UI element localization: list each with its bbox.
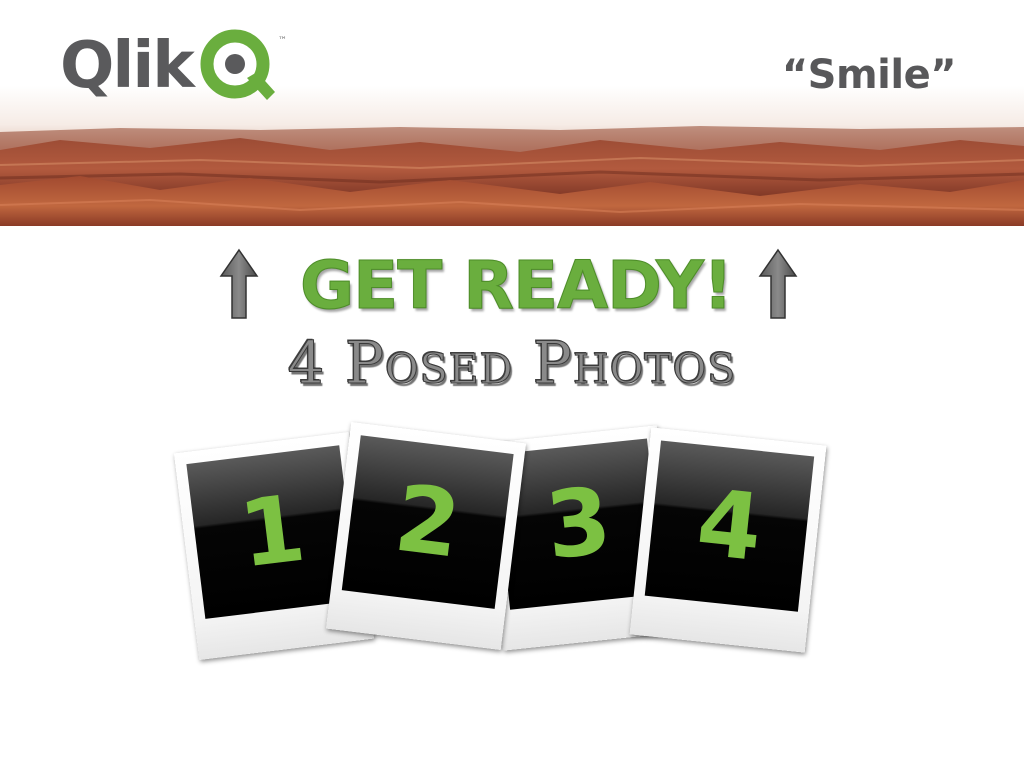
qlik-logo: Qlik — [60, 28, 279, 108]
qlik-q-icon — [199, 28, 279, 108]
polaroid-photo-2: 2 — [325, 422, 527, 650]
photo-number: 2 — [389, 464, 467, 579]
posed-photos-subtitle: 4 Posed Photos — [287, 329, 737, 397]
photo-sequence: 1 2 3 4 — [0, 410, 1024, 680]
polaroid-photo-4: 4 — [629, 427, 827, 653]
photo-frame: 2 — [341, 435, 514, 609]
photo-frame: 4 — [644, 440, 815, 612]
slogan-text: “Smile” — [781, 52, 957, 98]
get-ready-title: GET READY! — [299, 247, 733, 325]
trademark-symbol: ™ — [278, 36, 287, 46]
photo-number: 4 — [692, 469, 767, 583]
logo-wordmark: Qlik — [60, 29, 195, 103]
up-arrow-icon — [219, 248, 259, 322]
up-arrow-icon — [758, 248, 798, 322]
header-banner: Qlik ™ “Smile” — [0, 0, 1024, 226]
headline-block: GET READY! — [0, 246, 1024, 326]
